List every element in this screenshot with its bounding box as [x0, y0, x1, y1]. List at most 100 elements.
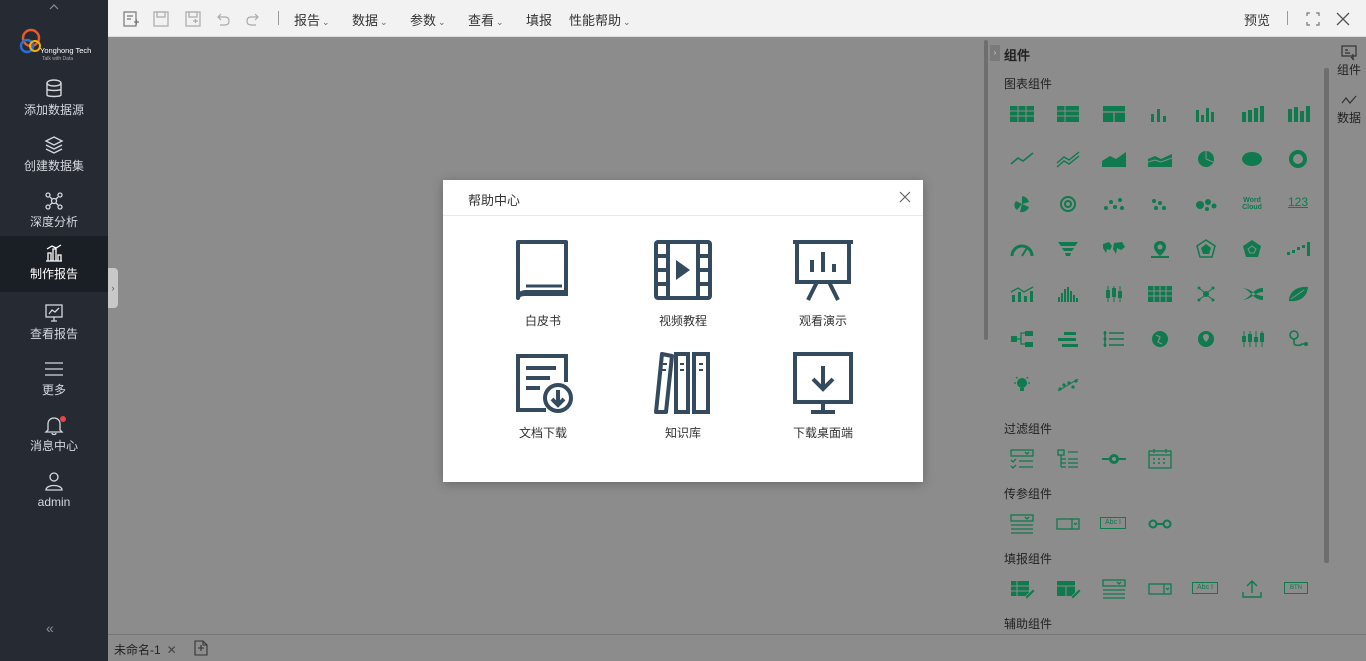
tab-components[interactable]: 组件 [1332, 45, 1366, 78]
globe-map-icon[interactable] [1146, 328, 1174, 350]
line-chart-icon[interactable] [1008, 148, 1036, 170]
word-cloud-icon[interactable]: Word Cloud [1238, 197, 1266, 219]
scroll-up-icon[interactable] [44, 0, 64, 14]
calendar-icon[interactable] [1146, 448, 1174, 470]
collapse-panel-icon[interactable]: › [990, 45, 1000, 61]
pie-chart-icon[interactable] [1192, 148, 1220, 170]
fill-text-input-icon[interactable]: Abc I [1192, 582, 1218, 594]
radar-chart-icon[interactable] [1192, 238, 1220, 260]
edit-table-icon[interactable] [1008, 578, 1036, 600]
help-doc-download[interactable]: 文档下载 [483, 352, 603, 441]
edit-form-icon[interactable] [1054, 578, 1082, 600]
nav-message-center[interactable]: 消息中心 [0, 408, 108, 464]
lightbulb-icon[interactable] [1008, 373, 1036, 395]
rose-chart-icon[interactable] [1008, 193, 1036, 215]
waterfall-icon[interactable] [1284, 238, 1312, 260]
kpi-number-icon[interactable]: 123 [1284, 195, 1312, 217]
undo-icon[interactable] [214, 10, 232, 28]
nav-user[interactable]: admin [0, 464, 108, 520]
fullscreen-icon[interactable] [1304, 10, 1322, 28]
gantt-icon[interactable] [1054, 328, 1082, 350]
nav-make-report[interactable]: 制作报告 [0, 236, 108, 292]
grouped-column-icon[interactable] [1192, 103, 1220, 125]
boxplot-icon[interactable] [1100, 283, 1128, 305]
gauge-icon[interactable] [1008, 238, 1036, 260]
nav-more[interactable]: 更多 [0, 352, 108, 408]
help-knowledge-base[interactable]: 知识库 [623, 352, 743, 441]
redo-icon[interactable] [244, 10, 262, 28]
table-icon[interactable] [1008, 103, 1036, 125]
menu-data[interactable]: 数据 ⌄ [352, 10, 388, 29]
radial-icon[interactable] [1054, 193, 1082, 215]
close-icon[interactable] [898, 190, 912, 204]
new-report-icon[interactable] [122, 10, 140, 28]
nav-label: 制作报告 [29, 267, 78, 281]
combobox-icon[interactable] [1054, 513, 1082, 535]
histogram-icon[interactable] [1054, 283, 1082, 305]
polygon-radar-icon[interactable] [1238, 238, 1266, 260]
freestyle-table-icon[interactable] [1100, 103, 1128, 125]
menu-report[interactable]: 报告 ⌄ [294, 10, 330, 29]
save-as-icon[interactable] [184, 10, 202, 28]
nav-deep-analysis[interactable]: 深度分析 [0, 184, 108, 240]
document-tab[interactable]: 未命名-1 ✕ [114, 641, 177, 658]
range-input-icon[interactable] [1146, 513, 1174, 535]
map-pin-icon[interactable] [1146, 238, 1174, 260]
cluster-icon[interactable] [1192, 283, 1220, 305]
close-icon[interactable] [1334, 10, 1352, 28]
menu-fill[interactable]: 填报 [526, 10, 552, 29]
percent-column-icon[interactable] [1284, 103, 1312, 125]
location-map-icon[interactable] [1192, 328, 1220, 350]
fill-dropdown-icon[interactable] [1100, 578, 1128, 600]
help-whitepaper[interactable]: 白皮书 [483, 238, 603, 329]
multi-line-icon[interactable] [1054, 148, 1082, 170]
combo-chart-icon[interactable] [1008, 283, 1036, 305]
add-sheet-icon[interactable] [194, 640, 208, 656]
dropdown-list-icon[interactable] [1008, 513, 1036, 535]
trend-scatter-icon[interactable] [1054, 373, 1082, 395]
area-chart-icon[interactable] [1100, 148, 1128, 170]
help-video-tutorial[interactable]: 视频教程 [623, 238, 743, 329]
save-icon[interactable] [152, 10, 170, 28]
preview-button[interactable]: 预览 [1244, 10, 1270, 29]
help-desktop-download[interactable]: 下载桌面端 [763, 352, 883, 441]
column-chart-icon[interactable] [1146, 103, 1174, 125]
heatmap-icon[interactable] [1146, 283, 1174, 305]
checkbox-list-icon[interactable] [1008, 448, 1036, 470]
range-slider-icon[interactable] [1100, 448, 1128, 470]
stacked-area-icon[interactable] [1146, 148, 1174, 170]
crosstab-icon[interactable] [1054, 103, 1082, 125]
sankey-icon[interactable] [1238, 283, 1266, 305]
nav-add-datasource[interactable]: 添加数据源 [0, 72, 108, 128]
route-map-icon[interactable] [1284, 328, 1312, 350]
world-map-icon[interactable] [1100, 238, 1128, 260]
components-scrollbar[interactable] [1324, 68, 1329, 563]
close-tab-icon[interactable]: ✕ [167, 643, 177, 657]
text-input-icon[interactable]: Abc I [1100, 517, 1126, 529]
help-watch-demo[interactable]: 观看演示 [763, 238, 883, 329]
dot-plot-icon[interactable] [1146, 193, 1174, 215]
stacked-column-icon[interactable] [1238, 103, 1266, 125]
upload-icon[interactable] [1238, 578, 1266, 600]
menu-perf-help[interactable]: 性能帮助 ⌄ [569, 10, 631, 29]
3d-pie-icon[interactable] [1238, 148, 1266, 170]
expand-panel-icon[interactable]: › [108, 268, 118, 308]
collapse-nav-icon[interactable]: « [46, 620, 54, 636]
bubble-chart-icon[interactable] [1192, 193, 1220, 215]
candlestick-icon[interactable] [1238, 328, 1266, 350]
funnel-icon[interactable] [1054, 238, 1082, 260]
donut-chart-icon[interactable] [1284, 148, 1312, 170]
fill-combobox-icon[interactable] [1146, 578, 1174, 600]
nav-create-dataset[interactable]: 创建数据集 [0, 128, 108, 184]
scatter-chart-icon[interactable] [1100, 193, 1128, 215]
leaf-map-icon[interactable] [1284, 283, 1312, 305]
submit-button-icon[interactable]: BTN [1284, 582, 1308, 594]
menu-params[interactable]: 参数 ⌄ [410, 10, 446, 29]
panel-scrollbar[interactable] [984, 40, 988, 340]
bullet-list-icon[interactable] [1100, 328, 1128, 350]
tree-filter-icon[interactable] [1054, 448, 1082, 470]
nav-view-report[interactable]: 查看报告 [0, 296, 108, 352]
tab-data[interactable]: 数据 [1332, 93, 1366, 126]
tree-chart-icon[interactable] [1008, 328, 1036, 350]
menu-view[interactable]: 查看 ⌄ [468, 10, 504, 29]
